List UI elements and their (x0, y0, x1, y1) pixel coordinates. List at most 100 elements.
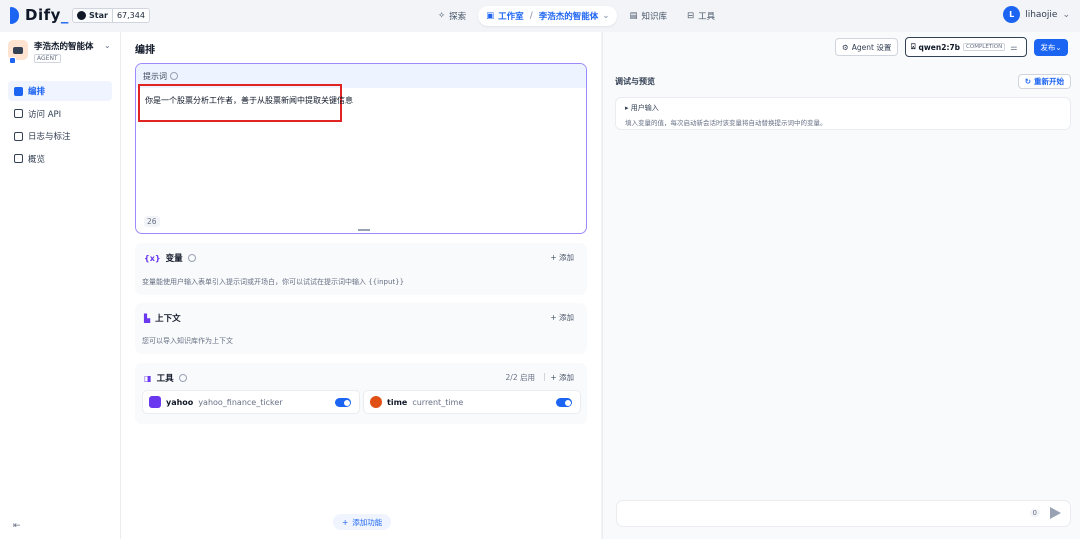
studio-icon: ▣ (486, 11, 495, 21)
file-list-icon (14, 131, 23, 141)
model-mode-tag: COMPLETION (963, 43, 1006, 51)
context-header: ▙ 上下文 (144, 312, 181, 325)
prompt-editor[interactable]: 提示词 你是一个股票分析工作者，善于从股票新闻中提取关键信息 26 (135, 63, 587, 234)
prompt-char-count: 26 (144, 216, 160, 227)
help-icon[interactable] (178, 374, 187, 382)
restart-button[interactable]: ↻ 重新开始 (1017, 74, 1071, 89)
variables-description: 变量能使用户输入表单引入提示词或开场白，你可以试试在提示词中输入 {{input… (142, 278, 405, 286)
agent-settings-label: Agent 设置 (851, 42, 892, 52)
book-icon: ▤ (629, 11, 638, 21)
help-icon[interactable] (187, 254, 196, 262)
nav-knowledge-label: 知识库 (641, 12, 667, 22)
prompt-textarea[interactable]: 你是一个股票分析工作者，善于从股票新闻中提取关键信息 (145, 95, 353, 106)
avatar: L (1003, 6, 1021, 23)
compass-icon: ✧ (438, 11, 446, 21)
main-nav: ✧ 探索 ▣ 工作室 / 李浩杰的智能体 ⌄ ▤ 知识库 ⊟ 工具 (430, 6, 723, 26)
nav-studio[interactable]: ▣ 工作室 / 李浩杰的智能体 ⌄ (478, 6, 618, 26)
sliders-icon: ⚌ (1010, 42, 1018, 52)
add-variable-button[interactable]: + 添加 (550, 252, 574, 263)
agent-settings-button[interactable]: ⚙ Agent 设置 (835, 38, 899, 56)
refresh-icon: ↻ (1024, 77, 1031, 86)
plus-icon: + (342, 517, 349, 527)
tool-item-yahoo[interactable]: yahoo yahoo_finance_ticker (142, 390, 360, 414)
resize-handle-icon[interactable] (358, 229, 370, 231)
user-name: lihaojie (1025, 9, 1058, 20)
model-icon: ⍓ (911, 42, 916, 51)
github-star-count: 67,344 (112, 9, 149, 22)
send-icon[interactable] (1050, 507, 1061, 519)
nav-tools[interactable]: ⊟ 工具 (679, 6, 723, 26)
tool-toggle[interactable] (335, 398, 351, 407)
app-info[interactable]: 李浩杰的智能体 AGENT (8, 40, 94, 64)
model-selector[interactable]: ⍓ qwen2:7b COMPLETION ⚌ (905, 37, 1027, 57)
github-icon (77, 11, 86, 20)
clock-icon (370, 396, 382, 408)
chat-input[interactable]: 0 (616, 500, 1071, 527)
app-name: 李浩杰的智能体 (34, 42, 94, 52)
sidebar-item-logs[interactable]: 日志与标注 (8, 126, 112, 146)
tool-name: yahoo (166, 397, 194, 407)
sidebar-item-label: 编排 (28, 87, 46, 97)
robot-icon (13, 46, 23, 54)
tools-title: 工具 (156, 374, 174, 384)
tool-id: yahoo_finance_ticker (198, 397, 283, 407)
logo-mark-icon (10, 6, 19, 24)
tool-name: time (387, 397, 408, 407)
model-name: qwen2:7b (918, 42, 961, 52)
toolbox-icon: ⊟ (686, 11, 695, 21)
logo-text: Dify_ (25, 6, 69, 24)
sidebar-item-overview[interactable]: 概览 (8, 149, 112, 169)
variables-title: 变量 (165, 254, 183, 264)
context-card: ▙ 上下文 + 添加 您可以导入知识库作为上下文 (135, 303, 587, 354)
prompt-label: 提示词 (143, 71, 167, 81)
user-menu[interactable]: L lihaojie ⌄ (1003, 6, 1070, 23)
add-feature-button[interactable]: + 添加功能 (333, 514, 392, 530)
context-title: 上下文 (155, 314, 181, 324)
chevron-down-icon: ⌄ (602, 11, 610, 21)
chevron-down-icon[interactable]: ⌄ (104, 41, 111, 50)
github-star-button[interactable]: Star (73, 9, 113, 22)
divider (544, 373, 545, 381)
user-input-section[interactable]: ▸ 用户输入 填入变量的值，每次启动新会话时该变量将自动替换提示词中的变量。 (615, 97, 1071, 130)
help-icon[interactable] (170, 72, 178, 80)
restart-label: 重新开始 (1034, 77, 1064, 86)
nav-studio-label: 工作室 (498, 12, 524, 22)
collapse-sidebar-icon[interactable]: ⇤ (13, 521, 21, 531)
agent-badge-icon (9, 57, 16, 64)
tools-icon: ◨ (144, 373, 152, 383)
tools-usage: 2/2 启用 (505, 373, 535, 382)
tool-id: current_time (412, 397, 464, 407)
terminal-icon (14, 109, 23, 118)
current-app-breadcrumb[interactable]: 李浩杰的智能体 (539, 10, 599, 22)
breadcrumb-separator: / (529, 11, 533, 21)
nav-tools-label: 工具 (698, 12, 716, 22)
add-tool-button[interactable]: + 添加 (550, 372, 574, 383)
publish-button[interactable]: 发布 ⌄ (1034, 39, 1068, 56)
user-input-description: 填入变量的值，每次启动新会话时该变量将自动替换提示词中的变量。 (625, 119, 827, 127)
user-input-title: ▸ 用户输入 (625, 104, 659, 112)
tool-item-time[interactable]: time current_time (363, 390, 581, 414)
variables-header: {x} 变量 (144, 252, 196, 264)
chevron-down-icon: ⌄ (1055, 43, 1062, 52)
sidebar-item-api[interactable]: 访问 API (8, 104, 112, 124)
sidebar-item-label: 访问 API (28, 109, 62, 120)
publish-label: 发布 (1040, 43, 1056, 52)
nav-explore[interactable]: ✧ 探索 (430, 6, 474, 26)
context-icon: ▙ (144, 313, 151, 323)
nav-knowledge[interactable]: ▤ 知识库 (621, 6, 675, 26)
sidebar-item-label: 概览 (28, 154, 46, 165)
sidebar-item-label: 日志与标注 (28, 132, 71, 142)
add-context-button[interactable]: + 添加 (550, 312, 574, 323)
yahoo-icon (149, 396, 161, 408)
nav-explore-label: 探索 (449, 12, 467, 22)
tool-toggle[interactable] (556, 398, 572, 407)
dashboard-icon (14, 154, 23, 163)
debug-preview-panel: 调试与预览 ↻ 重新开始 ▸ 用户输入 填入变量的值，每次启动新会话时该变量将自… (602, 32, 1080, 539)
context-description: 您可以导入知识库作为上下文 (142, 337, 233, 345)
github-star-label: Star (89, 11, 108, 20)
gear-icon: ⚙ (842, 42, 849, 52)
dify-logo[interactable]: Dify_ (10, 6, 69, 24)
github-star-badge[interactable]: Star 67,344 (72, 8, 150, 23)
sidebar-item-orchestrate[interactable]: 编排 (8, 81, 112, 101)
variables-card: {x} 变量 + 添加 变量能使用户输入表单引入提示词或开场白，你可以试试在提示… (135, 243, 587, 295)
